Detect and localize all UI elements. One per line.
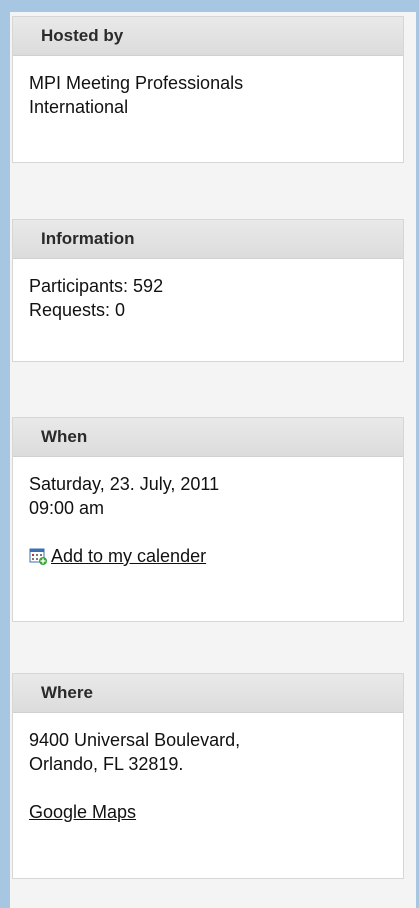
- information-panel: Information Participants: 592 Requests: …: [12, 219, 404, 362]
- add-to-calendar-row[interactable]: Add to my calender: [29, 544, 387, 568]
- event-date: Saturday, 23. July, 2011: [29, 474, 220, 494]
- address-line2: Orlando, FL 32819.: [29, 754, 184, 774]
- when-panel: When Saturday, 23. July, 2011 09:00 am A…: [12, 417, 404, 622]
- information-body: Participants: 592 Requests: 0: [13, 259, 403, 322]
- where-body: 9400 Universal Boulevard, Orlando, FL 32…: [13, 713, 403, 824]
- frame-left-border: [0, 0, 10, 908]
- host-name-line2: International: [29, 97, 129, 117]
- where-panel: Where 9400 Universal Boulevard, Orlando,…: [12, 673, 404, 879]
- where-header: Where: [13, 674, 403, 713]
- add-to-calendar-link[interactable]: Add to my calender: [51, 544, 206, 568]
- host-name-line1: MPI Meeting Professionals: [29, 73, 244, 93]
- participants-count: Participants: 592: [29, 276, 164, 296]
- hosted-by-header: Hosted by: [13, 17, 403, 56]
- event-time: 09:00 am: [29, 498, 105, 518]
- when-header: When: [13, 418, 403, 457]
- requests-count: Requests: 0: [29, 300, 126, 320]
- information-header: Information: [13, 220, 403, 259]
- address-line1: 9400 Universal Boulevard,: [29, 730, 241, 750]
- calendar-add-icon[interactable]: [29, 547, 47, 565]
- sidebar-frame: Hosted by MPI Meeting Professionals Inte…: [0, 0, 419, 908]
- when-body: Saturday, 23. July, 2011 09:00 am Add to…: [13, 457, 403, 568]
- hosted-by-body: MPI Meeting Professionals International: [13, 56, 403, 119]
- google-maps-link[interactable]: Google Maps: [29, 800, 387, 824]
- hosted-by-panel: Hosted by MPI Meeting Professionals Inte…: [12, 16, 404, 163]
- frame-top-border: [0, 0, 419, 12]
